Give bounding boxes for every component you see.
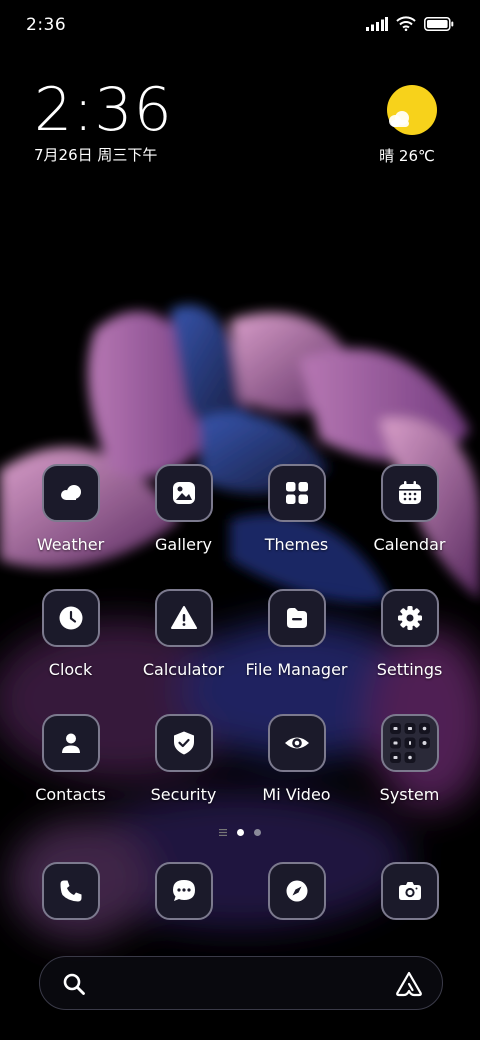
app-mi-video[interactable]: Mi Video: [240, 714, 353, 839]
app-contacts[interactable]: Contacts: [14, 714, 127, 839]
status-icons: [366, 16, 454, 31]
settings-icon: [380, 589, 439, 647]
app-file-manager[interactable]: File Manager: [240, 589, 353, 714]
battery-icon: [424, 16, 454, 31]
page-dot: [254, 829, 261, 836]
status-bar: 2:36: [0, 0, 480, 50]
gallery-icon: [154, 464, 213, 522]
assistant-icon[interactable]: [394, 970, 424, 998]
app-row: Contacts Security Mi Video System: [14, 714, 466, 839]
browser-icon: [267, 862, 326, 920]
weather-text: 晴 26℃: [379, 147, 435, 165]
app-clock[interactable]: Clock: [14, 589, 127, 714]
app-label: Calendar: [373, 535, 446, 554]
app-label: File Manager: [245, 660, 348, 679]
weather-icon: [41, 464, 100, 522]
file-manager-icon: [267, 589, 326, 647]
app-calendar[interactable]: Calendar: [353, 464, 466, 589]
dock-phone[interactable]: [14, 862, 127, 926]
app-label: Mi Video: [262, 785, 331, 804]
app-label: Themes: [264, 535, 329, 554]
widget-time: 2:36: [34, 75, 173, 145]
dock-camera[interactable]: [353, 862, 466, 926]
app-system-folder[interactable]: System: [353, 714, 466, 839]
weather-widget[interactable]: 晴 26℃: [379, 84, 444, 166]
sunny-cloud-icon: [386, 84, 438, 136]
messages-icon: [154, 862, 213, 920]
calendar-icon: [380, 464, 439, 522]
app-label: Calculator: [142, 660, 225, 679]
camera-icon: [380, 862, 439, 920]
app-calculator[interactable]: Calculator: [127, 589, 240, 714]
app-label: Security: [150, 785, 217, 804]
app-label: Weather: [36, 535, 105, 554]
clock-icon: [41, 589, 100, 647]
drawer-lines-icon: [219, 829, 227, 836]
app-label: Gallery: [155, 535, 212, 554]
status-time: 2:36: [26, 15, 67, 35]
app-gallery[interactable]: Gallery: [127, 464, 240, 589]
security-icon: [154, 714, 213, 772]
app-label: Settings: [376, 660, 443, 679]
mi-video-icon: [267, 714, 326, 772]
app-grid: Weather Gallery Themes Calendar Clock Ca…: [14, 464, 466, 839]
signal-icon: [366, 16, 388, 31]
themes-icon: [267, 464, 326, 522]
page-indicator[interactable]: [0, 829, 480, 836]
app-label: System: [379, 785, 440, 804]
dock: [14, 862, 466, 926]
dock-browser[interactable]: [240, 862, 353, 926]
app-label: Contacts: [35, 785, 106, 804]
search-bar[interactable]: [39, 956, 443, 1010]
app-row: Clock Calculator File Manager Settings: [14, 589, 466, 714]
app-weather[interactable]: Weather: [14, 464, 127, 589]
phone-icon: [41, 862, 100, 920]
search-icon: [63, 973, 85, 995]
app-label: Clock: [48, 660, 93, 679]
widget-date: 7月26日 周三下午: [34, 146, 158, 164]
app-security[interactable]: Security: [127, 714, 240, 839]
app-row: Weather Gallery Themes Calendar: [14, 464, 466, 589]
dock-messages[interactable]: [127, 862, 240, 926]
wifi-icon: [396, 16, 416, 31]
contacts-icon: [41, 714, 100, 772]
calculator-icon: [154, 589, 213, 647]
page-dot-active: [237, 829, 244, 836]
system-folder-icon: [380, 714, 439, 772]
app-themes[interactable]: Themes: [240, 464, 353, 589]
app-settings[interactable]: Settings: [353, 589, 466, 714]
clock-widget[interactable]: 2:36 7月26日 周三下午: [34, 78, 173, 165]
